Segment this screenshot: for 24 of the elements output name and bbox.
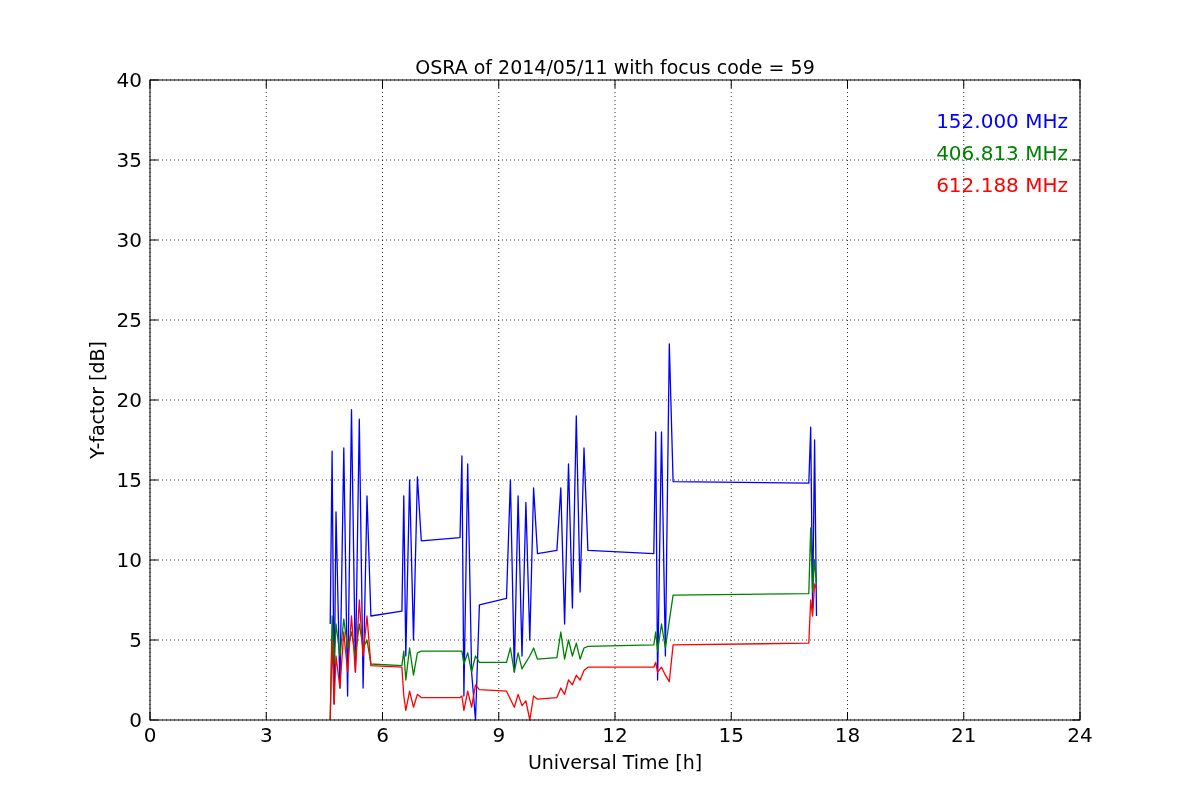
y-tick-label: 5 bbox=[129, 628, 142, 652]
y-tick-label: 15 bbox=[116, 468, 142, 492]
x-tick-label: 0 bbox=[143, 723, 157, 747]
x-axis-label: Universal Time [h] bbox=[527, 751, 703, 773]
y-axis-label: Y-factor [dB] bbox=[86, 341, 108, 459]
legend-label: 152.000 MHz bbox=[936, 109, 1068, 133]
x-tick-label: 12 bbox=[602, 723, 628, 747]
x-tick-label: 6 bbox=[376, 723, 389, 747]
legend-label: 406.813 MHz bbox=[936, 141, 1068, 165]
x-tick-label: 3 bbox=[259, 723, 273, 747]
x-tick-label: 15 bbox=[718, 723, 744, 747]
legend-label: 612.188 MHz bbox=[936, 173, 1068, 197]
y-tick-label: 0 bbox=[129, 708, 142, 732]
y-tick-label: 20 bbox=[116, 388, 142, 412]
x-tick-label: 18 bbox=[834, 723, 861, 747]
x-tick-label: 24 bbox=[1067, 723, 1093, 747]
y-tick-label: 40 bbox=[116, 68, 142, 92]
y-tick-label: 10 bbox=[116, 548, 142, 572]
y-tick-label: 30 bbox=[116, 228, 142, 252]
x-tick-label: 21 bbox=[951, 723, 977, 747]
y-tick-label: 35 bbox=[116, 148, 142, 172]
x-tick-label: 9 bbox=[492, 723, 506, 747]
chart-title: OSRA of 2014/05/11 with focus code = 59 bbox=[415, 56, 815, 78]
y-tick-label: 25 bbox=[116, 308, 142, 332]
